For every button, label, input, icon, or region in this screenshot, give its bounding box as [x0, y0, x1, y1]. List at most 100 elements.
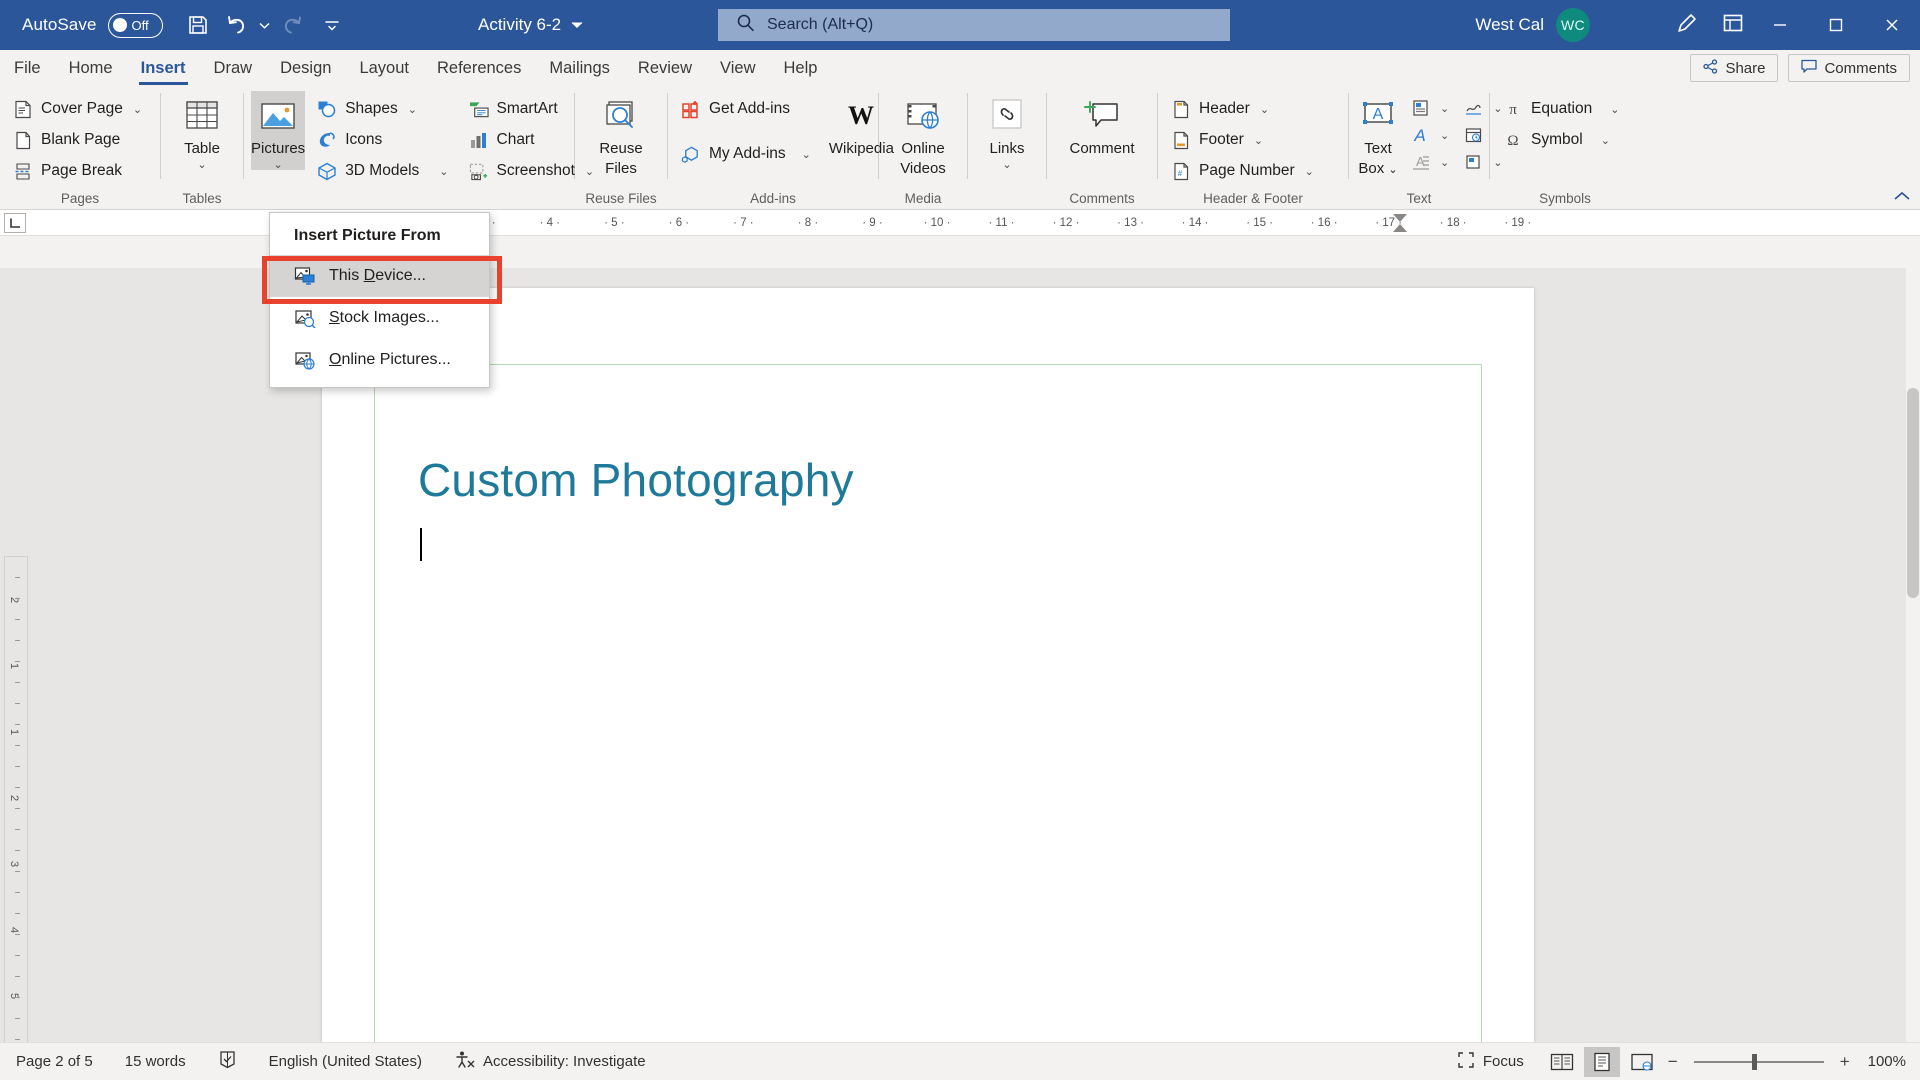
- page-indicator[interactable]: Page 2 of 5: [0, 1053, 109, 1070]
- customize-qat-icon[interactable]: [315, 8, 349, 42]
- menu-item-online-pictures[interactable]: Online Pictures...: [270, 339, 489, 381]
- chevron-down-icon[interactable]: ⌄: [1610, 103, 1619, 116]
- get-addins-button[interactable]: Get Add-ins: [675, 95, 817, 123]
- 3d-models-button[interactable]: 3D Models ⌄: [311, 157, 454, 185]
- footer-button[interactable]: Footer ⌄: [1165, 126, 1320, 154]
- tab-stop-selector[interactable]: [4, 213, 26, 233]
- blank-page-button[interactable]: Blank Page: [7, 126, 148, 154]
- online-videos-button[interactable]: Online Videos: [892, 91, 954, 177]
- pictures-dropdown-icon[interactable]: ⌄: [273, 160, 282, 171]
- cover-page-button[interactable]: Cover Page ⌄: [7, 95, 148, 123]
- group-label-header-footer: Header & Footer: [1203, 191, 1303, 206]
- hanging-indent-marker[interactable]: [1393, 224, 1407, 232]
- zoom-level[interactable]: 100%: [1858, 1053, 1906, 1070]
- document-heading[interactable]: Custom Photography: [418, 453, 854, 507]
- save-icon[interactable]: [181, 8, 215, 42]
- page-number-button[interactable]: # Page Number ⌄: [1165, 157, 1320, 185]
- table-button[interactable]: Table ⌄: [171, 91, 233, 171]
- word-count[interactable]: 15 words: [109, 1053, 202, 1070]
- tab-file[interactable]: File: [0, 59, 55, 85]
- ruler-mark: · 14 ·: [1181, 217, 1209, 229]
- read-mode-button[interactable]: [1544, 1047, 1580, 1077]
- ribbon-display-options-icon[interactable]: [1721, 11, 1745, 40]
- chevron-down-icon[interactable]: ⌄: [802, 148, 811, 161]
- chevron-down-icon[interactable]: ⌄: [439, 165, 448, 178]
- tab-view[interactable]: View: [706, 59, 769, 85]
- print-layout-button[interactable]: [1583, 1046, 1620, 1077]
- document-page[interactable]: Custom Photography: [322, 288, 1534, 1042]
- equation-button[interactable]: π Equation ⌄: [1497, 95, 1625, 123]
- minimize-button[interactable]: [1752, 0, 1808, 50]
- my-addins-button[interactable]: My Add-ins ⌄: [675, 140, 817, 168]
- chevron-down-icon[interactable]: ⌄: [1440, 102, 1449, 115]
- collapse-ribbon-icon[interactable]: [1894, 188, 1910, 204]
- group-label-tables: Tables: [182, 191, 222, 206]
- document-title-dropdown-icon[interactable]: [571, 16, 583, 34]
- ruler-mark: · 8 ·: [797, 217, 819, 229]
- zoom-in-button[interactable]: +: [1836, 1052, 1854, 1072]
- symbol-button[interactable]: Ω Symbol ⌄: [1497, 126, 1625, 154]
- autosave-toggle[interactable]: Off: [107, 12, 163, 38]
- document-title-area[interactable]: Activity 6-2: [478, 0, 583, 50]
- zoom-slider-handle[interactable]: [1751, 1053, 1757, 1070]
- chevron-down-icon[interactable]: ⌄: [1440, 129, 1449, 142]
- first-line-indent-marker[interactable]: [1393, 214, 1407, 222]
- tab-design[interactable]: Design: [266, 59, 345, 85]
- chevron-down-icon[interactable]: ⌄: [1601, 134, 1610, 147]
- pen-icon[interactable]: [1675, 11, 1699, 40]
- web-layout-button[interactable]: [1624, 1047, 1660, 1077]
- menu-item-this-device[interactable]: This Device...: [270, 255, 489, 297]
- chevron-down-icon[interactable]: ⌄: [1254, 134, 1263, 147]
- tab-home[interactable]: Home: [55, 59, 127, 85]
- shapes-button[interactable]: Shapes ⌄: [311, 95, 454, 123]
- undo-dropdown-icon[interactable]: [257, 8, 273, 42]
- wordart-button[interactable]: A ⌄: [1404, 122, 1455, 148]
- chevron-down-icon[interactable]: ⌄: [408, 103, 417, 116]
- chevron-down-icon[interactable]: ⌄: [133, 103, 142, 116]
- tab-draw[interactable]: Draw: [200, 59, 267, 85]
- maximize-button[interactable]: [1808, 0, 1864, 50]
- tab-mailings[interactable]: Mailings: [535, 59, 624, 85]
- tab-review[interactable]: Review: [624, 59, 706, 85]
- comment-label: Comment: [1069, 140, 1135, 157]
- ribbon-group-text: A Text Box ⌄ ⌄ A ⌄ A ⌄ ⌄ ⌄ Text: [1349, 85, 1502, 210]
- proofing-status[interactable]: [202, 1050, 253, 1073]
- share-button[interactable]: Share: [1690, 54, 1779, 82]
- page-break-button[interactable]: Page Break: [7, 157, 148, 185]
- zoom-slider-track[interactable]: [1693, 1053, 1824, 1070]
- search-input[interactable]: Search (Alt+Q): [718, 9, 1230, 41]
- tab-help[interactable]: Help: [769, 59, 831, 85]
- language-indicator[interactable]: English (United States): [253, 1053, 438, 1070]
- undo-icon[interactable]: [219, 8, 253, 42]
- tab-layout[interactable]: Layout: [345, 59, 423, 85]
- chevron-down-icon[interactable]: ⌄: [1305, 165, 1314, 178]
- user-account[interactable]: West Cal WC: [1475, 0, 1590, 50]
- pictures-button[interactable]: Pictures ⌄: [251, 91, 306, 171]
- links-button[interactable]: Links ⌄: [976, 91, 1038, 171]
- comment-button[interactable]: Comment: [1063, 91, 1141, 157]
- vertical-ruler[interactable]: 2112345678910: [4, 556, 28, 1042]
- zoom-slider[interactable]: [1693, 1053, 1824, 1070]
- comments-button[interactable]: Comments: [1788, 54, 1910, 82]
- chevron-down-icon[interactable]: ⌄: [1440, 156, 1449, 169]
- menu-item-stock-images[interactable]: Stock Images...: [270, 297, 489, 339]
- close-button[interactable]: [1864, 0, 1920, 50]
- reuse-files-button[interactable]: Reuse Files: [590, 91, 652, 177]
- accessibility-checker[interactable]: Accessibility: Investigate: [438, 1050, 662, 1073]
- zoom-out-button[interactable]: −: [1664, 1052, 1682, 1072]
- text-box-button[interactable]: A Text Box ⌄: [1356, 91, 1400, 179]
- focus-mode-button[interactable]: Focus: [1441, 1051, 1540, 1073]
- icons-button[interactable]: Icons: [311, 126, 454, 154]
- autosave-control[interactable]: AutoSave Off: [22, 12, 163, 38]
- chevron-down-icon[interactable]: ⌄: [197, 160, 206, 171]
- vertical-scrollbar[interactable]: [1906, 268, 1920, 1042]
- drop-cap-button[interactable]: A ⌄: [1404, 149, 1455, 175]
- header-button[interactable]: Header ⌄: [1165, 95, 1320, 123]
- quick-parts-button[interactable]: ⌄: [1404, 95, 1455, 121]
- tab-references[interactable]: References: [423, 59, 535, 85]
- scrollbar-thumb[interactable]: [1907, 388, 1919, 598]
- chevron-down-icon[interactable]: ⌄: [1002, 160, 1011, 171]
- avatar[interactable]: WC: [1556, 8, 1590, 42]
- chevron-down-icon[interactable]: ⌄: [1260, 103, 1269, 116]
- tab-insert[interactable]: Insert: [127, 59, 200, 85]
